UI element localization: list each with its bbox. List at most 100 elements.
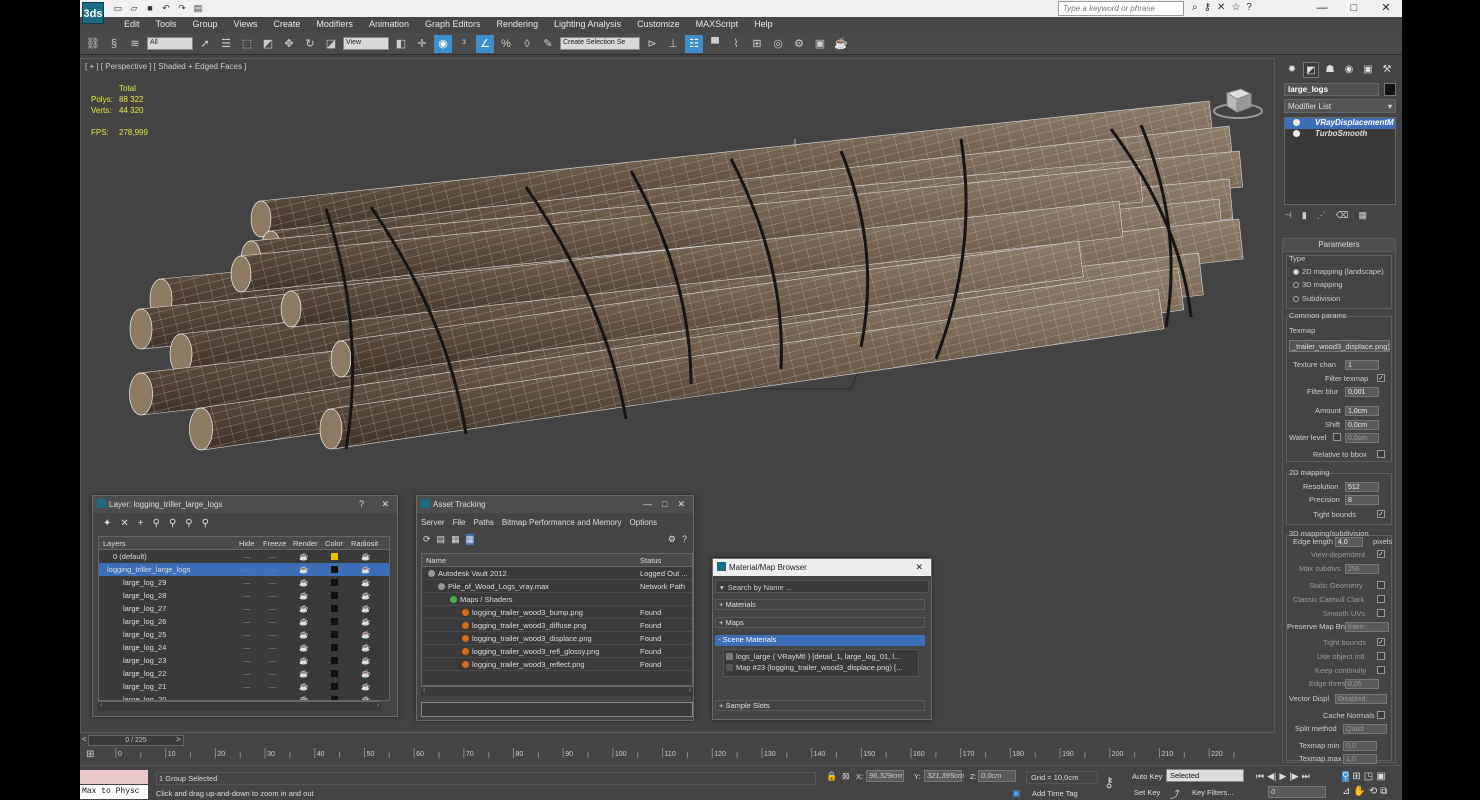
radiosity-icon[interactable]: ☕ [361, 552, 370, 561]
radiosity-icon[interactable]: ☕ [361, 643, 370, 652]
cache-normals-checkbox[interactable] [1377, 711, 1385, 719]
add-to-layer-icon[interactable]: + [138, 518, 144, 529]
freeze-toggle[interactable]: — [269, 682, 277, 691]
select-object-icon[interactable]: ➚ [196, 35, 214, 53]
asset-row[interactable]: Maps / Shaders [422, 593, 692, 606]
zoom-extents-icon[interactable]: ◳ [1364, 771, 1373, 782]
col-freeze[interactable]: Freeze [263, 539, 286, 548]
radio-3d-mapping[interactable]: 3D mapping [1293, 280, 1342, 289]
viewcube[interactable] [1213, 85, 1263, 121]
modifier-list-select[interactable]: Modifier List ▾ [1284, 99, 1396, 113]
layer-row[interactable]: large_log_22 — — ☕ ☕ [99, 667, 389, 680]
radiosity-icon[interactable]: ☕ [361, 656, 370, 665]
rotate-icon[interactable]: ↻ [301, 35, 319, 53]
render-teapot-icon[interactable]: ☕ [299, 669, 308, 678]
render-teapot-icon[interactable]: ☕ [299, 578, 308, 587]
zoom-icon[interactable]: ⚲ [1342, 771, 1350, 782]
layer-color-swatch[interactable] [331, 683, 338, 690]
hide-toggle[interactable]: — [243, 565, 251, 574]
help-search-input[interactable]: Type a keyword or phrase [1058, 1, 1184, 16]
asset-menu-paths[interactable]: Paths [473, 518, 493, 527]
vault-icon[interactable]: ⚙ [668, 534, 676, 545]
radio-subdivision[interactable]: Subdivision [1293, 294, 1340, 303]
help-asset-icon[interactable]: ? [682, 534, 687, 545]
layer-panel-close-icon[interactable]: ? ✕ [359, 499, 389, 510]
menu-maxscript[interactable]: MAXScript [688, 17, 747, 33]
ribbon-icon[interactable]: ▀ [706, 35, 724, 53]
hide-toggle[interactable]: — [243, 643, 251, 652]
orbit-icon[interactable]: ⟲ [1369, 786, 1377, 797]
new-file-icon[interactable]: ▭ [112, 2, 124, 14]
menu-help[interactable]: Help [746, 17, 781, 33]
play-icon[interactable]: ▶ [1279, 771, 1286, 782]
layer-panel-header[interactable]: Layer: logging_triller_large_logs? ✕ [93, 496, 397, 513]
section-sample-slots[interactable]: + Sample Slots [715, 700, 925, 711]
layer-row[interactable]: large_log_21 — — ☕ ☕ [99, 680, 389, 693]
select-by-name-icon[interactable]: ☰ [217, 35, 235, 53]
preserve-map-select[interactable]: Interr [1345, 622, 1389, 632]
layer-color-swatch[interactable] [331, 553, 338, 560]
bind-spacewarp-icon[interactable]: ≋ [126, 35, 144, 53]
layer-color-swatch[interactable] [331, 592, 338, 599]
texture-chan-spinner[interactable]: 1 [1345, 360, 1379, 370]
prev-frame-icon[interactable]: ◀| [1267, 771, 1276, 782]
section-materials[interactable]: + Materials [715, 599, 925, 610]
col-render[interactable]: Render [293, 539, 318, 548]
menu-views[interactable]: Views [226, 17, 266, 33]
remove-modifier-icon[interactable]: ⌫ [1336, 210, 1349, 221]
radiosity-icon[interactable]: ☕ [361, 669, 370, 678]
display-tab-icon[interactable]: ▣ [1360, 62, 1376, 78]
set-key-button[interactable]: Set Key [1134, 788, 1160, 797]
render-teapot-icon[interactable]: ☕ [299, 591, 308, 600]
scale-icon[interactable]: ◪ [322, 35, 340, 53]
layer-color-swatch[interactable] [331, 566, 338, 573]
layer-row[interactable]: large_log_29 — — ☕ ☕ [99, 576, 389, 589]
keep-continuity-checkbox[interactable] [1377, 666, 1385, 674]
material-browser-close-icon[interactable]: ✕ [915, 562, 923, 573]
menu-tools[interactable]: Tools [148, 17, 185, 33]
asset-row[interactable]: logging_trailer_wood3_bump.png Found [422, 606, 692, 619]
goto-end-icon[interactable]: ⏭ [1302, 771, 1310, 782]
redo-icon[interactable]: ↷ [176, 2, 188, 14]
section-maps[interactable]: + Maps [715, 617, 925, 628]
hide-toggle[interactable]: — [243, 656, 251, 665]
key-icon[interactable]: ⚷ [1204, 2, 1211, 13]
show-end-result-icon[interactable]: ▮ [1302, 210, 1307, 221]
select-manipulate-icon[interactable]: ✛ [413, 35, 431, 53]
parameters-title[interactable]: Parameters [1283, 239, 1395, 252]
add-time-tag[interactable]: Add Time Tag [1032, 789, 1078, 798]
radiosity-icon[interactable]: ☕ [361, 604, 370, 613]
layer-row[interactable]: large_log_24 — — ☕ ☕ [99, 641, 389, 654]
freeze-toggle[interactable]: — [269, 604, 277, 613]
percent-snap-icon[interactable]: % [497, 35, 515, 53]
hide-toggle[interactable]: — [243, 604, 251, 613]
section-scene-materials[interactable]: - Scene Materials [715, 635, 925, 646]
radiosity-icon[interactable]: ☕ [361, 578, 370, 587]
freeze-toggle[interactable]: — [269, 669, 277, 678]
freeze-toggle[interactable]: — [269, 565, 277, 574]
hide-toggle[interactable]: — [243, 552, 251, 561]
menu-group[interactable]: Group [185, 17, 226, 33]
layer-row[interactable]: 0 (default) — — ☕ ☕ [99, 550, 389, 563]
maxscript-listener-top[interactable] [80, 770, 148, 784]
angle-snap-icon[interactable]: ∠ [476, 34, 494, 53]
time-next-icon[interactable]: > [176, 735, 181, 744]
layer-hscrollbar[interactable]: ‹ › [98, 701, 381, 711]
menu-lighting-analysis[interactable]: Lighting Analysis [546, 17, 629, 33]
stack-item-vraydisplacement[interactable]: VRayDisplacementM [1285, 118, 1395, 129]
render-setup-icon[interactable]: ⚙ [790, 35, 808, 53]
material-search-input[interactable]: ▾ Search by Name ... [715, 580, 929, 593]
object-color-swatch[interactable] [1384, 83, 1396, 96]
layer-row[interactable]: large_log_23 — — ☕ ☕ [99, 654, 389, 667]
render-teapot-icon[interactable]: ☕ [299, 565, 308, 574]
open-file-icon[interactable]: ▱ [128, 2, 140, 14]
motion-tab-icon[interactable]: ◉ [1341, 62, 1357, 78]
freeze-toggle[interactable]: — [269, 643, 277, 652]
asset-path-field[interactable] [421, 702, 693, 717]
list-view-icon[interactable]: ▤ [437, 534, 446, 545]
classic-catmull-checkbox[interactable] [1377, 595, 1385, 603]
edge-thresh-spinner[interactable]: 0,05 [1345, 679, 1379, 689]
undo-icon[interactable]: ↶ [160, 2, 172, 14]
utilities-tab-icon[interactable]: ⚒ [1379, 62, 1395, 78]
layer-manager-icon[interactable]: ☷ [685, 34, 703, 53]
